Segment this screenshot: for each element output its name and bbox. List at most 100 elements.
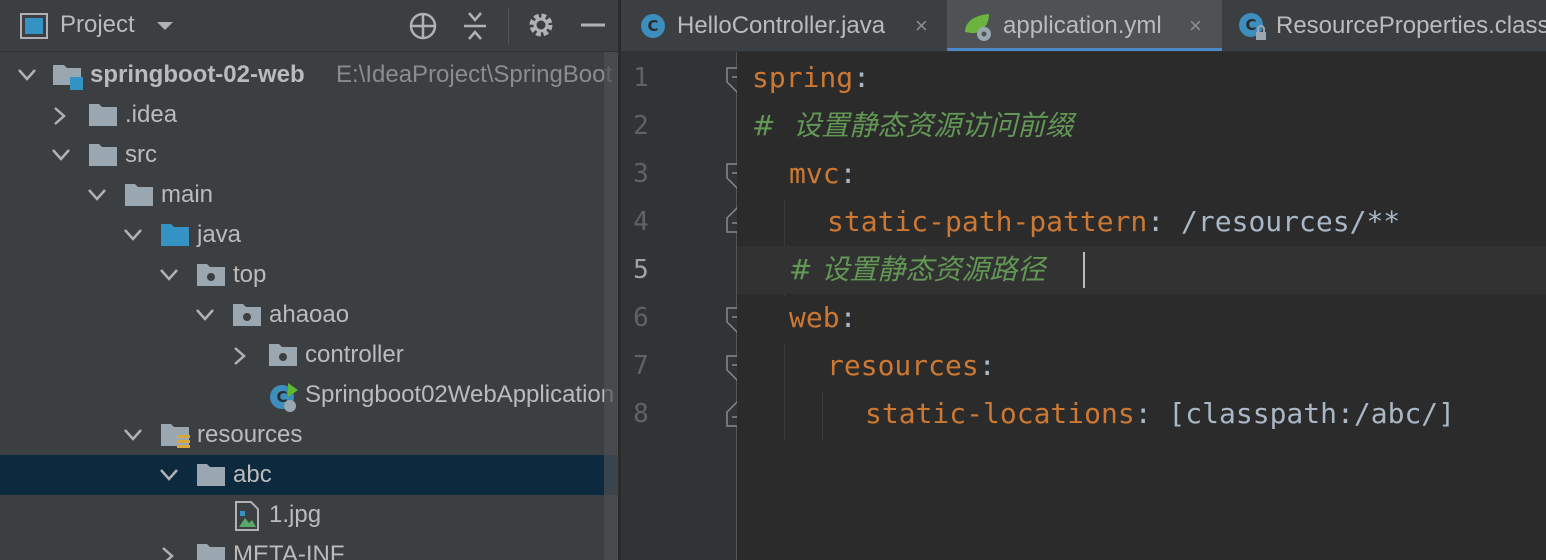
yaml-key: mvc: [789, 157, 840, 190]
compiled-class-icon: C: [1239, 13, 1266, 40]
chevron-right-icon[interactable]: [50, 105, 70, 127]
line-number: 6: [633, 303, 649, 333]
svg-text:C: C: [1245, 16, 1256, 34]
package-icon: [197, 264, 225, 286]
package-icon: [269, 344, 297, 366]
line-number: 2: [633, 111, 649, 141]
chevron-down-icon[interactable]: [194, 305, 216, 325]
chevron-down-icon[interactable]: [158, 265, 180, 285]
code-line-6: web:: [737, 294, 1546, 342]
project-panel-header: Project: [0, 0, 620, 52]
gear-icon[interactable]: [527, 11, 555, 39]
locate-icon[interactable]: [408, 11, 438, 41]
project-tree: springboot-02-web E:\IdeaProject\SpringB…: [0, 55, 620, 560]
spring-boot-class-icon: C: [270, 383, 298, 412]
tree-label: controller: [305, 341, 404, 368]
tree-node-application-class[interactable]: C Springboot02WebApplication: [0, 375, 620, 415]
java-class-icon: C: [641, 14, 665, 38]
code-line-5-current: # 设置静态资源路径: [737, 246, 1546, 294]
tree-node-meta-inf[interactable]: META-INF: [0, 535, 620, 560]
tree-label: META-INF: [233, 541, 345, 560]
tree-label: top: [233, 261, 267, 288]
yaml-value: : [classpath:/abc/]: [1134, 397, 1456, 430]
yaml-key: resources: [827, 349, 979, 382]
collapse-all-icon[interactable]: [462, 11, 488, 41]
yaml-value: : /resources/**: [1147, 205, 1401, 238]
editor-tabs: C HelloController.java × application.yml…: [621, 0, 1546, 52]
line-number: 8: [633, 399, 649, 429]
minimize-icon[interactable]: [580, 11, 606, 39]
code-editor[interactable]: spring: # 设置静态资源访问前缀 mvc: static-path-pa…: [737, 54, 1546, 560]
module-folder-icon: [53, 65, 83, 90]
tab-label: HelloController.java: [677, 12, 886, 39]
code-line-3: mvc:: [737, 150, 1546, 198]
yaml-key: static-path-pattern: [827, 205, 1148, 238]
yaml-key: spring: [752, 61, 854, 94]
folder-icon: [89, 144, 117, 166]
code-line-4: static-path-pattern: /resources/**: [737, 198, 1546, 246]
svg-text:C: C: [647, 17, 658, 35]
line-number: 1: [633, 63, 649, 93]
chevron-right-icon[interactable]: [230, 345, 250, 367]
resources-folder-icon: [161, 424, 190, 448]
code-line-7: resources:: [737, 342, 1546, 390]
tab-hello-controller[interactable]: C HelloController.java ×: [621, 0, 945, 51]
tab-label: ResourceProperties.class: [1276, 12, 1546, 39]
chevron-down-icon[interactable]: [158, 465, 180, 485]
project-path: E:\IdeaProject\SpringBoot: [336, 61, 613, 88]
tree-label: Springboot02WebApplication: [305, 381, 615, 408]
yaml-colon: :: [839, 157, 857, 190]
chevron-down-icon[interactable]: [86, 185, 108, 205]
tree-node-controller[interactable]: controller: [0, 335, 620, 375]
chevron-right-icon[interactable]: [158, 545, 178, 560]
tree-node-main[interactable]: main: [0, 175, 620, 215]
line-number-current: 5: [633, 255, 649, 285]
tree-node-ahaoao[interactable]: ahaoao: [0, 295, 620, 335]
text-caret: [1083, 252, 1085, 288]
tree-node-idea[interactable]: .idea: [0, 95, 620, 135]
tree-scrollbar[interactable]: [604, 52, 618, 560]
tree-node-java[interactable]: java: [0, 215, 620, 255]
tree-label: ahaoao: [269, 301, 350, 328]
project-panel: Project springboot-02-web E:\IdeaProject…: [0, 0, 620, 560]
package-icon: [233, 304, 261, 326]
tree-label: main: [161, 181, 214, 208]
tree-node-project-root[interactable]: springboot-02-web E:\IdeaProject\SpringB…: [0, 55, 620, 95]
chevron-down-icon[interactable]: [16, 65, 38, 85]
header-separator: [508, 8, 509, 44]
chevron-down-icon[interactable]: [122, 225, 144, 245]
image-file-icon: [235, 501, 259, 531]
folder-icon: [197, 544, 225, 560]
project-view-icon[interactable]: [20, 13, 48, 39]
tree-label: springboot-02-web: [90, 61, 305, 88]
yaml-colon: :: [978, 349, 996, 382]
tab-label: application.yml: [1003, 12, 1162, 39]
yaml-comment: # 设置静态资源路径: [789, 253, 1046, 286]
tree-node-resources[interactable]: resources: [0, 415, 620, 455]
tree-node-top[interactable]: top: [0, 255, 620, 295]
yaml-colon: :: [839, 301, 857, 334]
close-icon[interactable]: ×: [1189, 13, 1202, 39]
tree-label: 1.jpg: [269, 501, 322, 528]
tree-node-image-file[interactable]: 1.jpg: [0, 495, 620, 535]
yaml-key: static-locations: [865, 397, 1135, 430]
tree-node-src[interactable]: src: [0, 135, 620, 175]
close-icon[interactable]: ×: [915, 13, 928, 39]
yaml-colon: :: [853, 61, 871, 94]
tab-resource-properties[interactable]: C ResourceProperties.class: [1224, 0, 1546, 51]
code-line-2: # 设置静态资源访问前缀: [737, 102, 1546, 150]
chevron-down-icon[interactable]: [50, 145, 72, 165]
line-number: 7: [633, 351, 649, 381]
yaml-comment: # 设置静态资源访问前缀: [752, 109, 1074, 142]
folder-icon: [125, 184, 153, 206]
chevron-down-icon[interactable]: [156, 20, 174, 32]
chevron-down-icon[interactable]: [122, 425, 144, 445]
line-number: 4: [633, 207, 649, 237]
tab-application-yml[interactable]: application.yml ×: [947, 0, 1222, 51]
yaml-key: web: [789, 301, 840, 334]
tree-node-abc[interactable]: abc: [0, 455, 620, 495]
spring-config-icon: [965, 14, 991, 41]
tree-label: abc: [233, 461, 272, 488]
source-folder-icon: [161, 224, 189, 246]
project-panel-title[interactable]: Project: [60, 11, 135, 39]
